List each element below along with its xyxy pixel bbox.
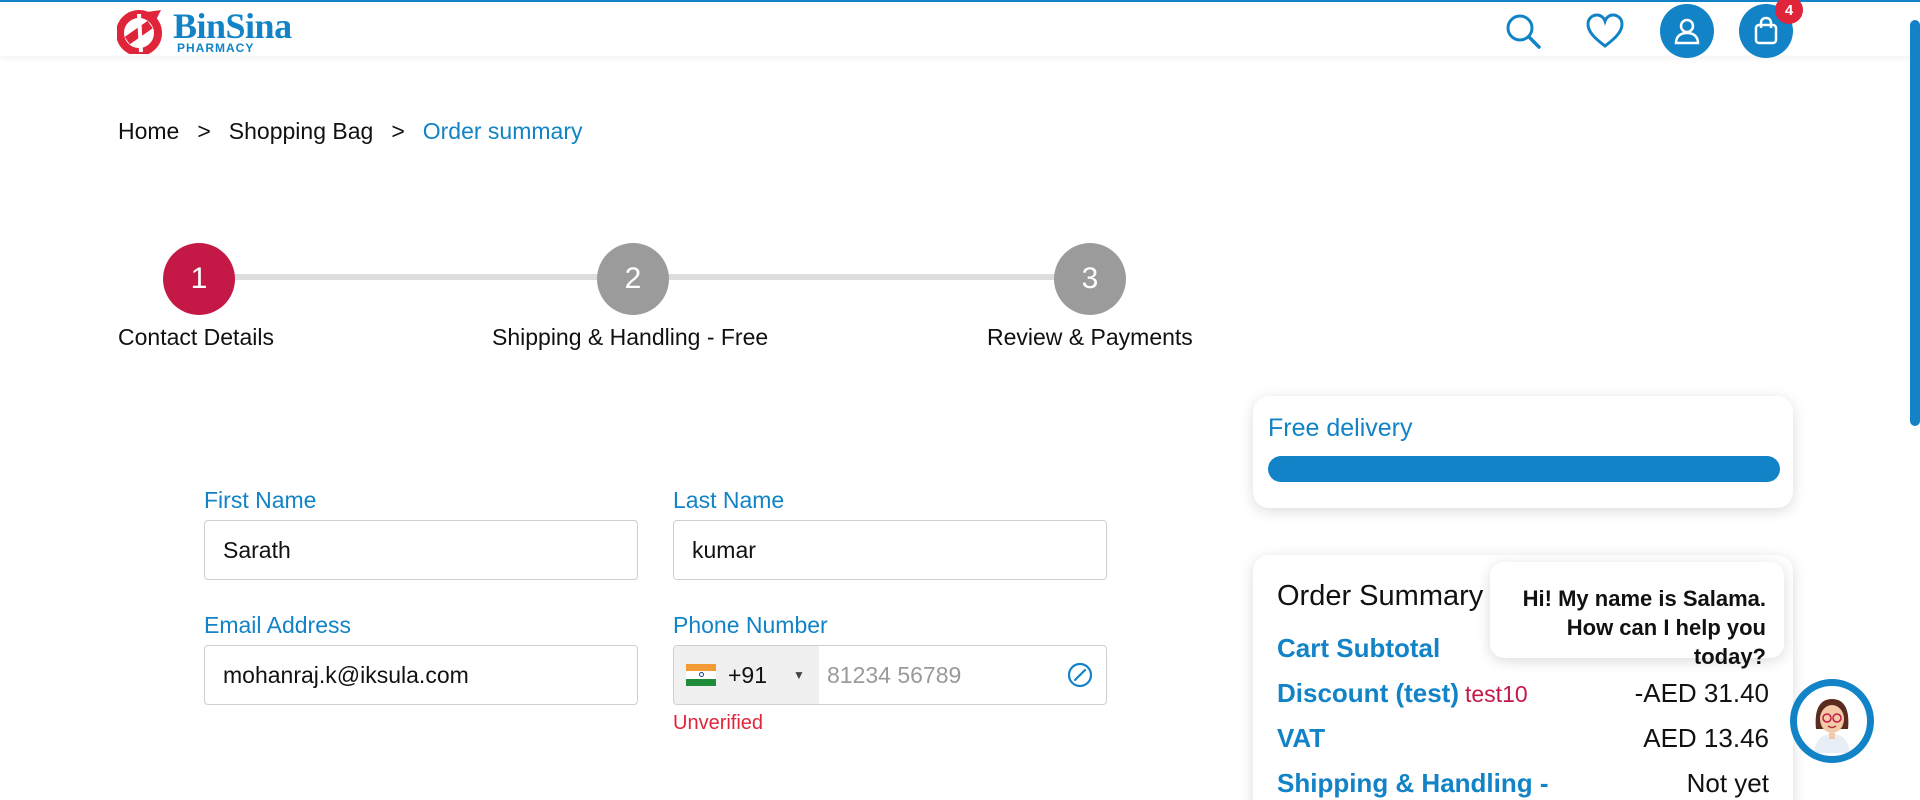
phone-field: +91 ▼ 81234 56789 <box>673 645 1107 705</box>
first-name-input[interactable]: Sarath <box>204 520 638 580</box>
breadcrumb-current: Order summary <box>422 118 583 144</box>
step-1-circle: 1 <box>163 243 235 315</box>
summary-label: Discount (test) <box>1277 678 1459 708</box>
email-label: Email Address <box>204 612 352 638</box>
phone-status: Unverified <box>673 712 764 734</box>
top-navigation-bar: BinSina PHARMACY 4 <box>0 0 1920 58</box>
india-flag-icon <box>686 664 716 686</box>
breadcrumb: Home > Shopping Bag > Order summary <box>118 118 583 145</box>
summary-label: VAT <box>1277 723 1326 753</box>
binsina-logo-icon <box>117 10 162 54</box>
last-name-input[interactable]: kumar <box>673 520 1107 580</box>
order-summary-title: Order Summary <box>1277 580 1484 612</box>
breadcrumb-shopping-bag[interactable]: Shopping Bag <box>229 118 374 145</box>
assistant-avatar-icon <box>1814 699 1850 753</box>
country-code-select[interactable]: +91 ▼ <box>674 646 819 704</box>
binsina-logo[interactable]: BinSina PHARMACY <box>117 8 292 54</box>
search-icon <box>1506 14 1541 49</box>
coupon-code: test10 <box>1465 681 1528 707</box>
chat-greeting-bubble[interactable]: Hi! My name is Salama. How can I help yo… <box>1490 562 1784 669</box>
summary-label: Shipping & Handling - <box>1277 768 1549 798</box>
free-delivery-title: Free delivery <box>1268 414 1413 442</box>
cart-count-badge: 4 <box>1775 0 1803 24</box>
summary-label: Cart Subtotal <box>1277 633 1441 663</box>
breadcrumb-home[interactable]: Home <box>118 118 179 145</box>
wishlist-button[interactable] <box>1578 4 1632 58</box>
step-1-label: Contact Details <box>118 324 274 350</box>
breadcrumb-separator: > <box>197 118 211 144</box>
verify-phone-icon[interactable] <box>1066 661 1094 689</box>
email-input[interactable]: mohanraj.k@iksula.com <box>204 645 638 705</box>
step-2-circle: 2 <box>597 243 669 315</box>
chevron-down-icon: ▼ <box>793 668 805 682</box>
brand-name: BinSina <box>173 6 292 46</box>
shopping-bag-icon <box>1754 16 1778 45</box>
step-3-label: Review & Payments <box>987 324 1193 350</box>
breadcrumb-separator: > <box>391 118 405 144</box>
heart-icon <box>1586 13 1624 48</box>
summary-row-vat: VAT AED 13.46 <box>1277 723 1769 754</box>
phone-label: Phone Number <box>673 612 828 638</box>
summary-value: -AED 31.40 <box>1634 678 1769 708</box>
cart-button[interactable]: 4 <box>1739 0 1803 58</box>
country-code: +91 <box>728 661 768 688</box>
last-name-label: Last Name <box>673 487 785 513</box>
account-button[interactable] <box>1660 4 1714 58</box>
step-3-circle: 3 <box>1054 243 1126 315</box>
free-delivery-card: Free delivery <box>1253 396 1793 508</box>
user-icon <box>1674 18 1700 45</box>
free-delivery-progress-bar <box>1268 456 1780 482</box>
page-scrollbar[interactable] <box>1910 20 1920 426</box>
summary-row-shipping: Shipping & Handling - Not yet <box>1277 768 1769 799</box>
summary-value: Not yet <box>1686 768 1769 798</box>
search-button[interactable] <box>1496 4 1550 58</box>
summary-value: AED 13.46 <box>1643 723 1769 753</box>
first-name-label: First Name <box>204 487 317 513</box>
phone-input[interactable]: 81234 56789 <box>819 662 1066 689</box>
summary-row-discount: Discount (test) test10 -AED 31.40 <box>1277 678 1769 709</box>
chat-assistant-button[interactable] <box>1790 679 1874 763</box>
step-2-label: Shipping & Handling - Free <box>492 324 769 350</box>
